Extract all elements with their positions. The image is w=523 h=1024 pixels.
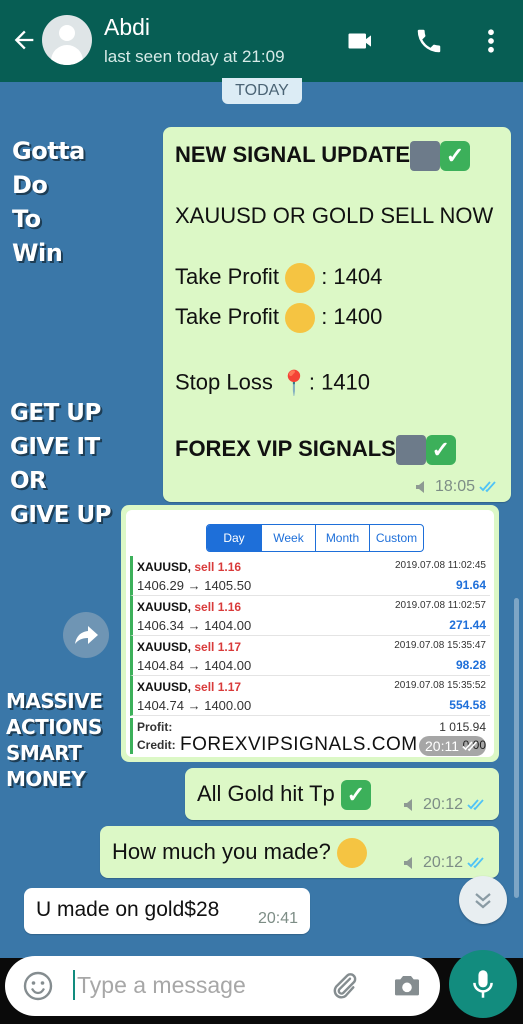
last-seen-status: last seen today at 21:09 — [104, 47, 285, 66]
watermark: FOREXVIPSIGNALS.COM — [180, 734, 418, 756]
chat-header: Abdi last seen today at 21:09 — [0, 0, 523, 82]
stop-loss: Stop Loss 📍: 1410 — [175, 369, 371, 397]
take-profit-1: Take Profit : 1404 — [175, 263, 382, 293]
tab-month: Month — [315, 525, 369, 551]
signal-instruction: XAUUSD OR GOLD SELL NOW — [175, 203, 494, 228]
tab-custom: Custom — [369, 525, 423, 551]
trade-row: XAUUSD, sell 1.17 1404.74 → 1400.00 2019… — [130, 676, 490, 716]
avatar-body-icon — [51, 45, 83, 65]
scrollbar[interactable] — [514, 598, 519, 898]
message-time: 18:05 — [434, 478, 475, 495]
message-input[interactable]: Type a message — [77, 972, 246, 999]
message-text: How much you made? — [112, 838, 368, 868]
scroll-to-bottom-button[interactable] — [459, 876, 507, 924]
message-time: 20:41 — [257, 910, 298, 927]
hugging-emoji-icon — [285, 303, 316, 333]
forwarded-speaker-icon — [403, 857, 412, 869]
avatar-head-icon — [59, 25, 75, 41]
wallpaper-slogan-3: MASSIVE ACTIONS SMART MONEY — [6, 689, 103, 791]
emoji-icon[interactable] — [23, 971, 53, 1001]
read-ticks-icon — [467, 857, 484, 869]
signal-footer: FOREX VIP SIGNALS ✓ — [175, 435, 456, 465]
read-ticks-icon — [467, 799, 484, 811]
message-bubble-incoming[interactable]: U made on gold$28 20:41 — [24, 888, 310, 934]
forwarded-speaker-icon — [403, 799, 412, 811]
back-arrow-icon[interactable] — [10, 26, 38, 54]
attach-icon[interactable] — [327, 970, 361, 1002]
trade-history-screenshot[interactable]: Day Week Month Custom XAUUSD, sell 1.16 … — [126, 510, 494, 757]
trade-row: XAUUSD, sell 1.17 1404.84 → 1404.00 2019… — [130, 636, 490, 676]
text-caret — [73, 970, 75, 1000]
image-message-bubble[interactable]: Day Week Month Custom XAUUSD, sell 1.16 … — [121, 505, 499, 762]
wallpaper-slogan-2: GET UP GIVE IT OR GIVE UP — [10, 400, 112, 528]
message-composer[interactable]: Type a message — [5, 956, 440, 1016]
date-divider: TODAY — [222, 78, 302, 104]
read-ticks-icon — [462, 740, 478, 751]
message-bubble-outgoing[interactable]: All Gold hit Tp ✓ 20:12 — [185, 768, 499, 820]
period-selector: Day Week Month Custom — [206, 524, 424, 552]
signal-headline: NEW SIGNAL UPDATE ✓ — [175, 141, 471, 171]
forwarded-speaker-icon — [415, 481, 424, 493]
avatar[interactable] — [42, 15, 92, 65]
forward-button[interactable] — [63, 612, 109, 658]
camera-icon[interactable] — [391, 970, 423, 1002]
message-bubble-outgoing[interactable]: How much you made? 20:12 — [100, 826, 499, 878]
take-profit-2: Take Profit : 1400 — [175, 303, 382, 333]
trade-row: XAUUSD, sell 1.16 1406.34 → 1404.00 2019… — [130, 596, 490, 636]
tab-week: Week — [261, 525, 315, 551]
more-options-icon[interactable] — [482, 26, 500, 56]
nerd-emoji-icon — [410, 141, 441, 171]
forward-arrow-icon — [75, 626, 98, 644]
hugging-emoji-icon — [285, 263, 316, 293]
message-meta: 20:12 — [403, 854, 487, 872]
tongue-emoji-icon — [337, 838, 368, 868]
voice-record-button[interactable] — [449, 950, 517, 1018]
image-time: 20:11 — [419, 736, 486, 756]
read-ticks-icon — [479, 481, 496, 493]
wallpaper-slogan-1: Gotta Do To Win — [12, 137, 85, 267]
tab-day: Day — [207, 525, 261, 551]
video-call-icon[interactable] — [344, 26, 378, 56]
nerd-emoji-icon — [395, 435, 426, 465]
message-time: 20:12 — [422, 854, 463, 871]
message-meta: 18:05 — [415, 478, 499, 496]
double-chevron-down-icon — [475, 893, 491, 909]
message-meta: 20:12 — [403, 796, 487, 814]
message-meta: 20:41 — [258, 910, 298, 928]
check-mark-emoji-icon: ✓ — [340, 780, 371, 810]
signal-message-bubble[interactable]: NEW SIGNAL UPDATE ✓ XAUUSD OR GOLD SELL N… — [163, 127, 511, 502]
pin-emoji-icon: 📍 — [278, 370, 309, 397]
check-mark-emoji-icon: ✓ — [440, 141, 471, 171]
contact-name[interactable]: Abdi — [104, 14, 150, 41]
message-text: All Gold hit Tp ✓ — [197, 780, 371, 810]
trade-row: XAUUSD, sell 1.16 1406.29 → 1405.50 2019… — [130, 556, 490, 596]
message-time: 20:12 — [422, 796, 463, 813]
message-text: U made on gold$28 — [36, 898, 220, 921]
check-mark-emoji-icon: ✓ — [425, 435, 456, 465]
voice-call-icon[interactable] — [414, 26, 444, 56]
microphone-icon — [473, 970, 493, 998]
